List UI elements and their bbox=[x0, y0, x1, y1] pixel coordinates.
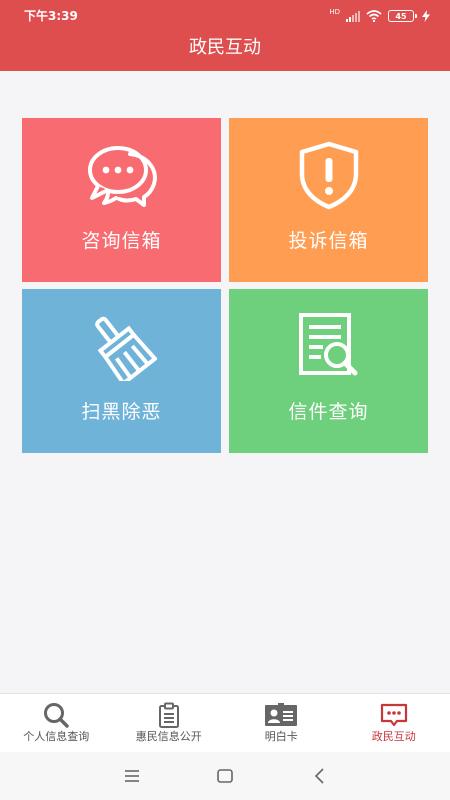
menu-icon[interactable] bbox=[120, 764, 144, 788]
system-nav-bar bbox=[0, 752, 450, 800]
status-bar: 下午3:39 HD 45 bbox=[0, 0, 450, 32]
tile-label: 扫黑除恶 bbox=[81, 401, 162, 423]
battery-level: 45 bbox=[395, 11, 407, 21]
shield-alert-icon bbox=[229, 140, 428, 210]
status-time: 下午3:39 bbox=[24, 9, 78, 23]
nav-label: 个人信息查询 bbox=[23, 730, 90, 743]
app-header: 下午3:39 HD 45 政民互动 bbox=[0, 0, 450, 71]
status-icons: HD 45 bbox=[329, 8, 430, 24]
magnifier-icon bbox=[0, 702, 113, 728]
back-icon[interactable] bbox=[308, 764, 332, 788]
id-card-icon bbox=[225, 702, 338, 728]
cell-signal-icon bbox=[346, 11, 360, 22]
page-title: 政民互动 bbox=[189, 37, 261, 58]
message-icon bbox=[338, 702, 450, 728]
tile-complaint-mailbox[interactable]: 投诉信箱 bbox=[229, 118, 428, 282]
tile-label: 信件查询 bbox=[288, 401, 369, 423]
network-type-label: HD bbox=[329, 7, 340, 16]
wifi-icon bbox=[366, 10, 382, 22]
chat-bubbles-icon bbox=[22, 140, 221, 210]
broom-icon bbox=[22, 311, 221, 381]
bottom-nav: 个人信息查询 惠民信息公开 明白卡 政民互动 bbox=[0, 693, 450, 752]
nav-item-info-card[interactable]: 明白卡 bbox=[225, 694, 338, 752]
battery-icon: 45 bbox=[388, 10, 417, 22]
nav-item-personal-info-query[interactable]: 个人信息查询 bbox=[0, 694, 113, 752]
tile-label: 投诉信箱 bbox=[288, 230, 369, 252]
document-search-icon bbox=[229, 311, 428, 381]
nav-label: 政民互动 bbox=[371, 730, 416, 743]
charging-bolt-icon bbox=[422, 10, 430, 22]
nav-item-gov-interaction[interactable]: 政民互动 bbox=[338, 694, 450, 752]
nav-label: 明白卡 bbox=[264, 730, 298, 743]
tile-label: 咨询信箱 bbox=[81, 230, 162, 252]
nav-item-public-benefit-info[interactable]: 惠民信息公开 bbox=[113, 694, 226, 752]
tile-consult-mailbox[interactable]: 咨询信箱 bbox=[22, 118, 221, 282]
nav-label: 惠民信息公开 bbox=[135, 730, 202, 743]
tile-anti-gang-crime[interactable]: 扫黑除恶 bbox=[22, 289, 221, 453]
home-icon[interactable] bbox=[213, 764, 237, 788]
tile-letter-query[interactable]: 信件查询 bbox=[229, 289, 428, 453]
clipboard-icon bbox=[113, 702, 226, 728]
